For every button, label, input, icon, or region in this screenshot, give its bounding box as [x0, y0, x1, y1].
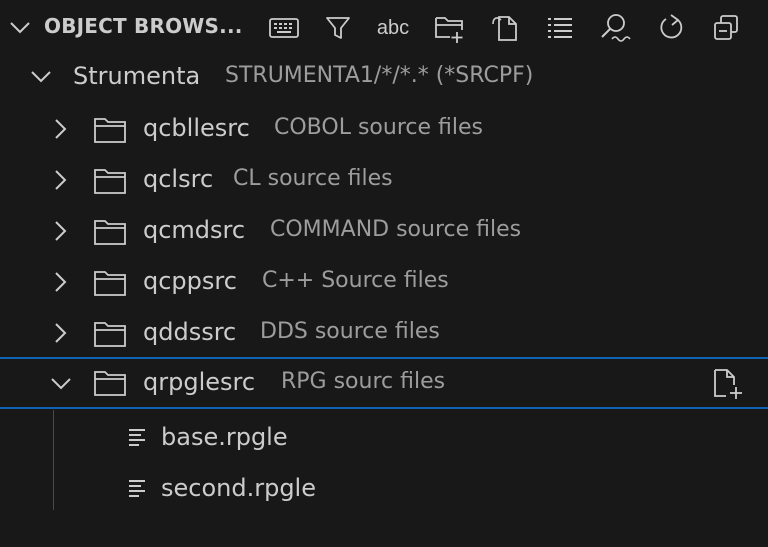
keyboard-icon[interactable] [266, 10, 302, 46]
tree-item-folder-selected[interactable]: qrpglesrc RPG sourc files [0, 357, 768, 409]
folder-icon [94, 271, 126, 296]
panel-header: OBJECT BROWS... abc [0, 0, 768, 56]
folder-name: qddssrc [143, 318, 237, 346]
panel-title[interactable]: OBJECT BROWS... [44, 14, 243, 38]
chevron-right-icon[interactable] [50, 220, 72, 242]
chevron-right-icon[interactable] [50, 322, 72, 344]
folder-desc: COBOL source files [274, 115, 483, 140]
chevron-right-icon[interactable] [50, 271, 72, 293]
tree-item-file[interactable]: second.rpgle [0, 463, 768, 513]
folder-name: qcmdsrc [143, 216, 246, 244]
tree-item-folder[interactable]: qcmdsrc COMMAND source files [0, 206, 768, 256]
file-lines-icon [129, 429, 145, 446]
folder-name: qcbllesrc [143, 114, 250, 142]
tree-root-desc: STRUMENTA1/*/*.* (*SRCPF) [225, 63, 534, 88]
chevron-right-icon[interactable] [50, 118, 72, 140]
folder-desc: CL source files [233, 166, 393, 191]
tree-item-folder[interactable]: qddssrc DDS source files [0, 308, 768, 358]
new-folder-icon[interactable] [431, 10, 467, 46]
collapse-all-icon[interactable] [708, 10, 744, 46]
tree-item-folder[interactable]: qcppsrc C++ Source files [0, 257, 768, 307]
chevron-down-icon[interactable] [50, 373, 72, 395]
folder-desc: DDS source files [260, 319, 440, 344]
folder-icon [94, 118, 126, 143]
file-name: base.rpgle [161, 423, 288, 451]
folder-desc: RPG sourc files [281, 369, 446, 394]
folder-icon [94, 169, 126, 194]
chevron-down-icon[interactable] [30, 66, 52, 88]
abc-icon[interactable]: abc [375, 10, 411, 46]
folder-desc: COMMAND source files [270, 217, 522, 242]
list-icon[interactable] [542, 10, 578, 46]
tree-root-name: Strumenta [73, 62, 201, 90]
folder-desc: C++ Source files [262, 268, 449, 293]
chevron-right-icon[interactable] [50, 169, 72, 191]
chevron-down-icon[interactable] [8, 17, 32, 39]
folder-name: qrpglesrc [143, 368, 256, 396]
folder-icon [94, 371, 126, 396]
refresh-icon[interactable] [653, 10, 689, 46]
filter-icon[interactable] [320, 10, 356, 46]
new-member-icon[interactable] [711, 367, 745, 401]
folder-icon [94, 220, 126, 245]
tree-item-file[interactable]: base.rpgle [0, 412, 768, 462]
search-icon[interactable] [597, 10, 633, 46]
tree-item-folder[interactable]: qcbllesrc COBOL source files [0, 104, 768, 154]
new-file-icon[interactable] [488, 10, 524, 46]
tree-root[interactable]: Strumenta STRUMENTA1/*/*.* (*SRCPF) [0, 52, 768, 102]
file-name: second.rpgle [161, 474, 316, 502]
folder-name: qcppsrc [143, 267, 237, 295]
tree-item-folder[interactable]: qclsrc CL source files [0, 155, 768, 205]
folder-name: qclsrc [143, 165, 214, 193]
folder-icon [94, 322, 126, 347]
file-lines-icon [129, 480, 145, 497]
